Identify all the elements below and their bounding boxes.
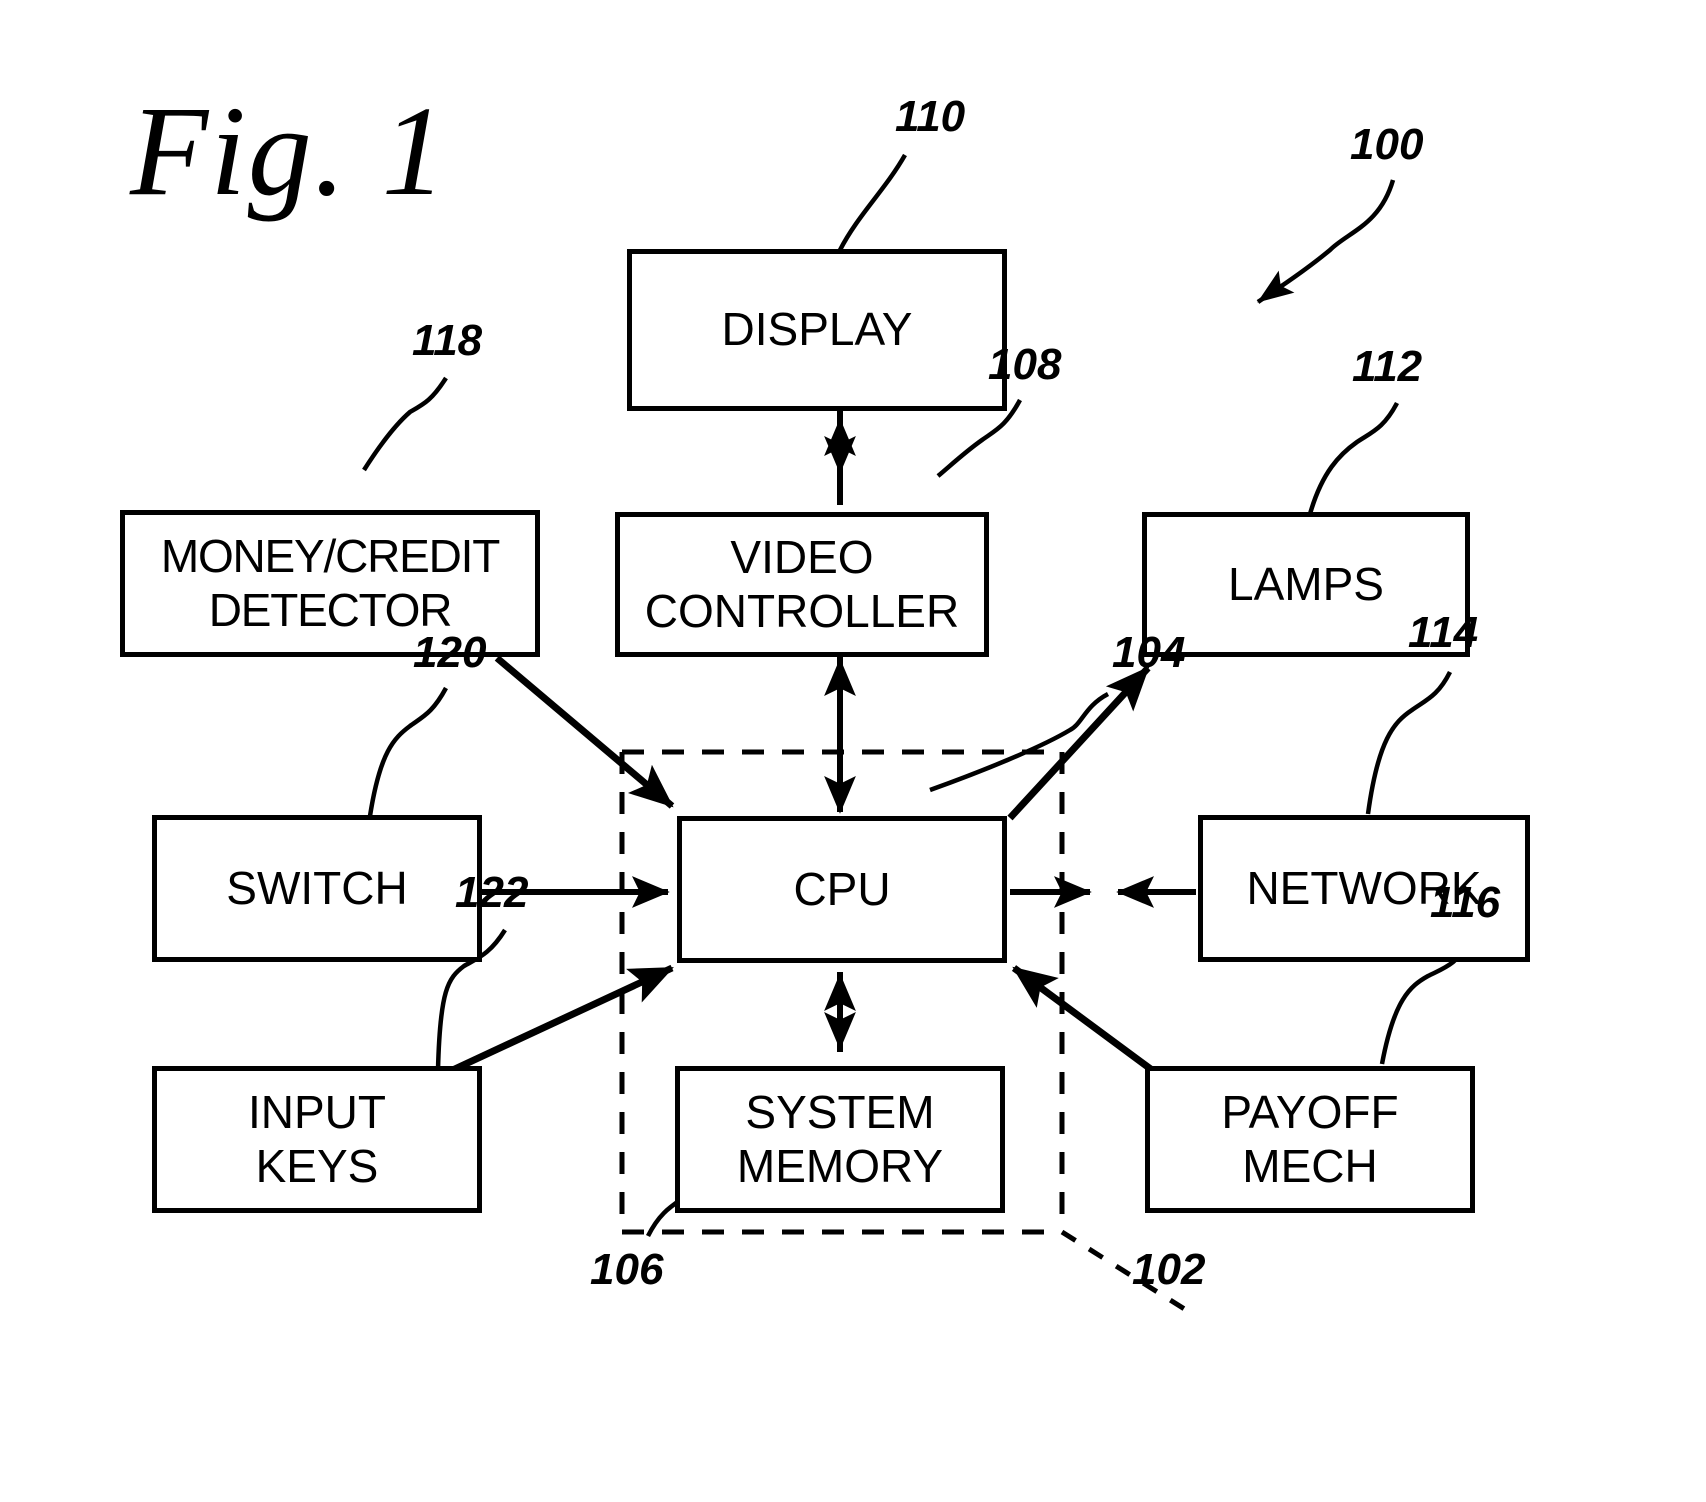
node-switch-label: SWITCH (226, 861, 408, 914)
ref-numeral-120: 120 (413, 628, 487, 677)
diagram-connectors (362, 153, 1473, 1313)
node-money-credit-detector-label: MONEY/CREDIT DETECTOR (160, 530, 500, 636)
ref-numeral-106: 106 (590, 1245, 664, 1294)
ref-numeral-110: 110 (895, 92, 966, 141)
node-input-keys[interactable]: INPUT KEYS (152, 1066, 482, 1213)
ref-numeral-112: 112 (1352, 342, 1423, 391)
ref-numeral-100: 100 (1350, 120, 1424, 169)
node-cpu-label: CPU (793, 862, 891, 915)
ref-numeral-118: 118 (412, 316, 483, 365)
node-cpu[interactable]: CPU (677, 816, 1007, 963)
node-system-memory-label: SYSTEM MEMORY (736, 1086, 944, 1192)
node-video-controller-label: VIDEO CONTROLLER (644, 531, 960, 637)
link-inputkeys-cpu (442, 964, 674, 1078)
node-display-label: DISPLAY (721, 303, 913, 356)
ref-numeral-102: 102 (1132, 1245, 1206, 1294)
node-display[interactable]: DISPLAY (627, 249, 1007, 411)
ref-numeral-104: 104 (1112, 628, 1186, 677)
link-payoff-cpu (1011, 965, 1155, 1073)
figure-canvas: Fig. 1 DISPLAY VIDEO CONTROLLER MONEY/CR… (0, 0, 1706, 1502)
node-video-controller[interactable]: VIDEO CONTROLLER (615, 512, 989, 657)
node-system-memory[interactable]: SYSTEM MEMORY (675, 1066, 1005, 1213)
node-payoff-mech[interactable]: PAYOFF MECH (1145, 1066, 1475, 1213)
node-switch[interactable]: SWITCH (152, 815, 482, 962)
ref-numeral-116: 116 (1430, 878, 1501, 927)
ref-numeral-114: 114 (1408, 608, 1479, 657)
node-payoff-mech-label: PAYOFF MECH (1221, 1086, 1399, 1192)
link-money-cpu (494, 655, 675, 809)
link-cpu-lamps (1007, 665, 1151, 821)
node-lamps-label: LAMPS (1228, 557, 1384, 610)
ref-numeral-122: 122 (455, 868, 529, 917)
node-input-keys-label: INPUT KEYS (248, 1086, 386, 1192)
ref-numeral-108: 108 (988, 340, 1062, 389)
